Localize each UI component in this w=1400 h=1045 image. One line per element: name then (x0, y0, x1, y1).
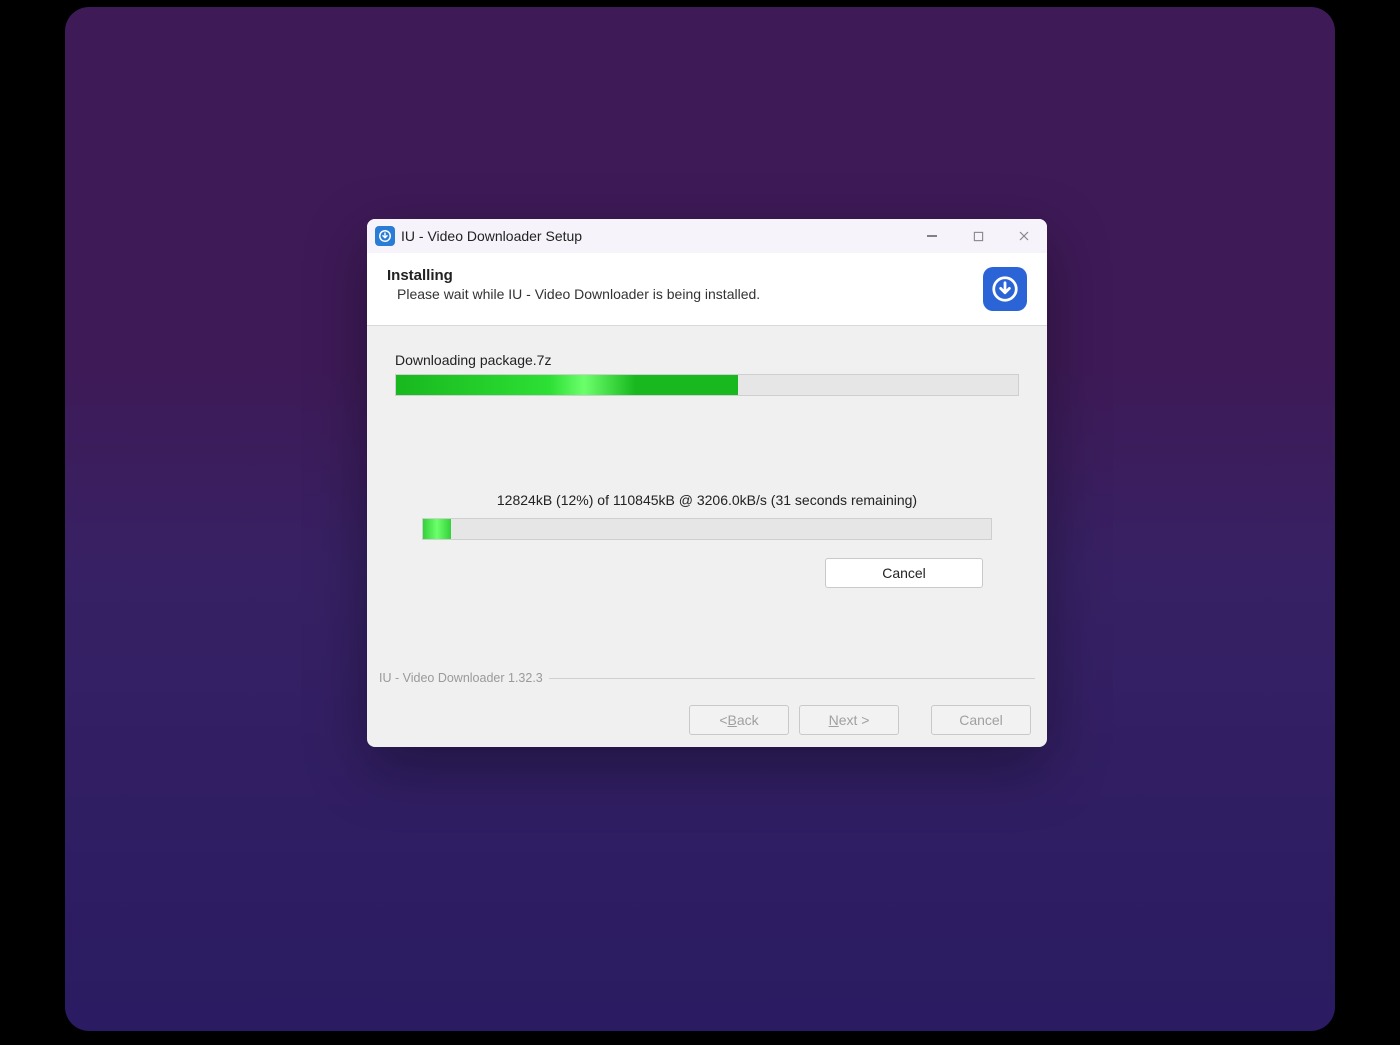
main-progress-fill (396, 375, 738, 395)
secondary-progress-fill (423, 519, 451, 539)
minimize-button[interactable] (909, 219, 955, 253)
main-progress-bar (395, 374, 1019, 396)
window-title: IU - Video Downloader Setup (401, 228, 582, 244)
download-task-label: Downloading package.7z (395, 352, 1019, 368)
footer-button-row: < Back Next > Cancel (367, 693, 1047, 747)
close-button[interactable] (1001, 219, 1047, 253)
next-suffix: ext > (839, 712, 870, 728)
next-button[interactable]: Next > (799, 705, 899, 735)
back-suffix: ack (737, 712, 759, 728)
brand-text: IU - Video Downloader 1.32.3 (379, 671, 549, 685)
installer-window: IU - Video Downloader Setup Installing P… (367, 219, 1047, 747)
next-mnemonic: N (829, 712, 839, 728)
header-subtitle: Please wait while IU - Video Downloader … (387, 286, 971, 302)
app-icon (375, 226, 395, 246)
desktop-background: IU - Video Downloader Setup Installing P… (65, 7, 1335, 1031)
secondary-progress-bar (422, 518, 992, 540)
header: Installing Please wait while IU - Video … (367, 253, 1047, 326)
download-status-text: 12824kB (12%) of 110845kB @ 3206.0kB/s (… (395, 492, 1019, 508)
maximize-button[interactable] (955, 219, 1001, 253)
footer-separator: IU - Video Downloader 1.32.3 (367, 671, 1047, 685)
download-cancel-button[interactable]: Cancel (825, 558, 983, 588)
header-title: Installing (387, 267, 971, 284)
back-mnemonic: B (728, 712, 737, 728)
back-prefix: < (719, 712, 727, 728)
body: Downloading package.7z 12824kB (12%) of … (367, 326, 1047, 747)
download-header-icon (983, 267, 1027, 311)
footer-cancel-button[interactable]: Cancel (931, 705, 1031, 735)
back-button[interactable]: < Back (689, 705, 789, 735)
titlebar[interactable]: IU - Video Downloader Setup (367, 219, 1047, 253)
